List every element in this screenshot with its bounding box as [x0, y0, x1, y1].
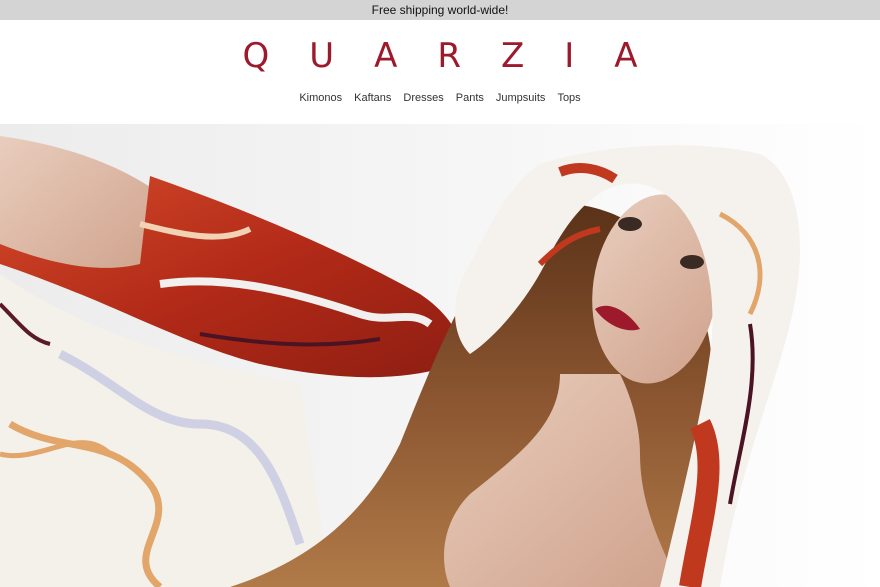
hero-illustration	[0, 124, 880, 587]
brand-logo[interactable]: QUARZIA	[0, 34, 880, 78]
model-eye-right	[680, 255, 704, 269]
nav-item-tops[interactable]: Tops	[557, 90, 580, 106]
promo-banner: Free shipping world-wide!	[0, 0, 880, 20]
nav-item-dresses[interactable]: Dresses	[403, 90, 443, 106]
promo-text: Free shipping world-wide!	[371, 3, 509, 17]
nav-item-kimonos[interactable]: Kimonos	[299, 90, 342, 106]
nav-item-pants[interactable]: Pants	[456, 90, 484, 106]
hero-image[interactable]	[0, 124, 880, 587]
nav-item-kaftans[interactable]: Kaftans	[354, 90, 391, 106]
main-nav: Kimonos Kaftans Dresses Pants Jumpsuits …	[0, 90, 880, 106]
site-header: QUARZIA Kimonos Kaftans Dresses Pants Ju…	[0, 20, 880, 124]
nav-item-jumpsuits[interactable]: Jumpsuits	[496, 90, 546, 106]
model-eye-left	[618, 217, 642, 231]
